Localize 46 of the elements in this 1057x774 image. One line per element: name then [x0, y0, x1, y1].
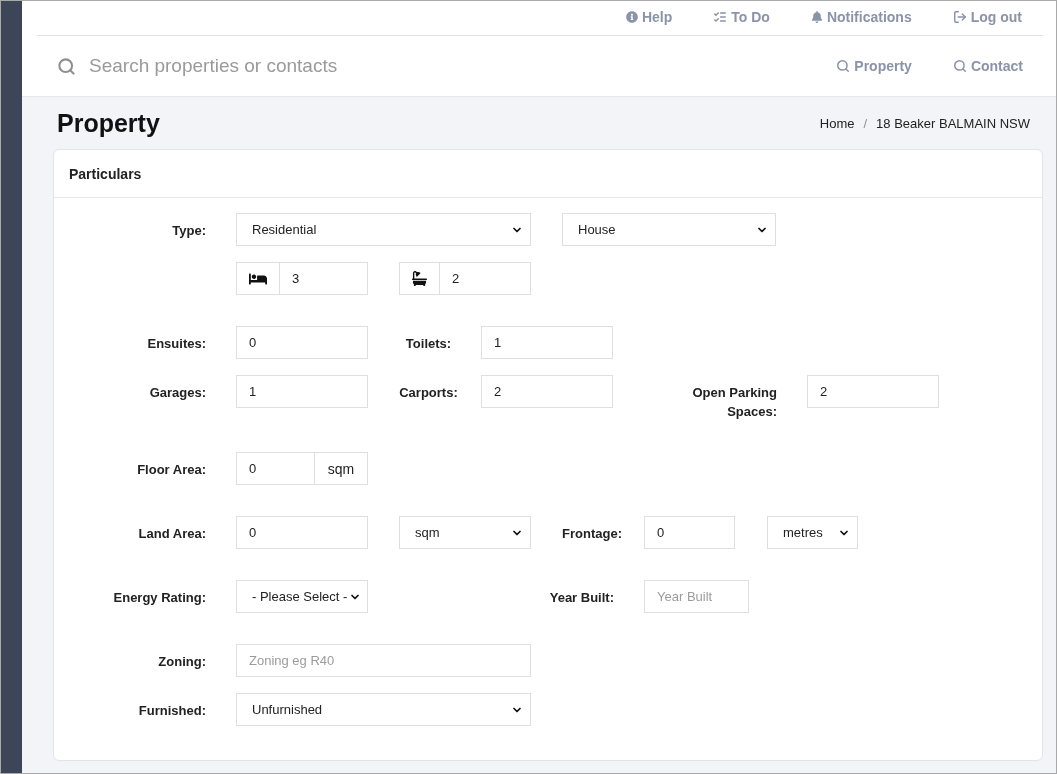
- checklist-icon: [713, 9, 728, 24]
- info-icon: [625, 10, 638, 23]
- field-label: Open Parking Spaces:: [692, 385, 777, 419]
- input-field[interactable]: Year Built: [644, 580, 749, 613]
- field-label: Frontage:: [562, 526, 622, 541]
- search-icon: [952, 59, 967, 73]
- field-label: Land Area:: [138, 526, 206, 541]
- input-field[interactable]: 0: [236, 452, 315, 485]
- field-label: Furnished:: [138, 703, 206, 718]
- section-title: Particulars: [69, 165, 142, 182]
- dropdown-select[interactable]: metres: [767, 516, 858, 549]
- field-label: Energy Rating:: [113, 590, 206, 605]
- input-field[interactable]: 2: [481, 375, 613, 408]
- dropdown-select[interactable]: Residential: [236, 213, 531, 246]
- field-label: Type:: [172, 223, 206, 238]
- unit-addon: sqm: [315, 452, 368, 485]
- search-icon: [57, 56, 76, 76]
- field-label: Zoning:: [158, 654, 206, 669]
- dropdown-select[interactable]: House: [562, 213, 776, 246]
- input-field[interactable]: Zoning eg R40: [236, 644, 531, 677]
- bathtub-icon: [412, 271, 427, 286]
- dropdown-select[interactable]: sqm: [399, 516, 531, 549]
- field-label: Carports:: [399, 385, 458, 400]
- input-field[interactable]: 1: [236, 375, 368, 408]
- field-label: Floor Area:: [137, 462, 206, 477]
- field-label: Toilets:: [405, 336, 452, 351]
- search-field[interactable]: Search properties or contacts: [89, 55, 837, 77]
- field-label: Garages:: [149, 385, 206, 400]
- dropdown-select[interactable]: - Please Select -: [236, 580, 368, 613]
- search-icon: [836, 59, 851, 73]
- bell-icon: [810, 10, 823, 23]
- input-field[interactable]: 3: [279, 262, 368, 295]
- logout-icon: [952, 9, 967, 24]
- breadcrumb-link[interactable]: Home: [819, 115, 855, 131]
- field-label: Year Built:: [549, 590, 614, 605]
- input-field[interactable]: 0: [236, 516, 368, 549]
- dropdown-select[interactable]: Unfurnished: [236, 693, 531, 726]
- breadcrumb-current: 18 Beaker BALMAIN NSW: [876, 115, 1030, 131]
- input-field[interactable]: 2: [439, 262, 531, 295]
- field-label: Ensuites:: [147, 336, 206, 351]
- breadcrumb-separator: /: [863, 115, 868, 131]
- page-title: Property: [57, 108, 160, 138]
- input-field[interactable]: 0: [644, 516, 735, 549]
- input-field[interactable]: 0: [236, 326, 368, 359]
- input-field[interactable]: 1: [481, 326, 613, 359]
- input-field[interactable]: 2: [807, 375, 939, 408]
